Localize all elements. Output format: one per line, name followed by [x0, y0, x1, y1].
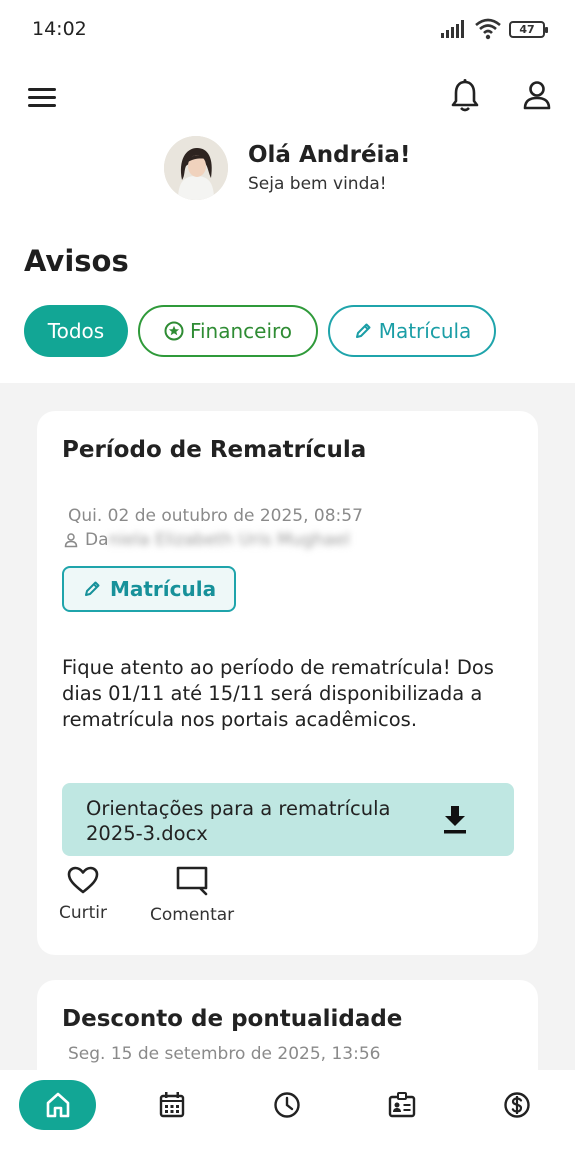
calendar-icon	[159, 1092, 185, 1118]
notice-date: Seg. 15 de setembro de 2025, 13:56	[68, 1044, 381, 1064]
greeting-subtitle: Seja bem vinda!	[248, 174, 387, 194]
status-time: 14:02	[32, 18, 87, 40]
menu-button[interactable]	[26, 82, 58, 112]
download-icon[interactable]	[440, 803, 470, 837]
status-bar: 14:02 47	[0, 0, 575, 60]
nav-finance[interactable]	[497, 1080, 537, 1130]
filter-all-label: Todos	[47, 319, 105, 343]
bell-icon	[451, 79, 479, 112]
notice-card[interactable]: Período de Rematrícula Qui. 02 de outubr…	[37, 411, 538, 955]
filter-financeiro-label: Financeiro	[189, 319, 293, 343]
avatar-photo	[164, 136, 228, 200]
filter-financeiro-chip[interactable]: Financeiro	[138, 305, 318, 357]
status-icons: 47	[441, 18, 548, 40]
page-title: Avisos	[24, 244, 129, 278]
nav-history[interactable]	[267, 1080, 307, 1130]
top-bar	[0, 72, 575, 122]
hamburger-icon	[28, 88, 56, 107]
greeting-text: Olá Andréia! Seja bem vinda!	[248, 142, 410, 194]
bottom-navigation	[0, 1070, 575, 1160]
profile-button[interactable]	[521, 78, 553, 114]
notice-author: Da niela Elizabeth Uris Mughael	[63, 530, 350, 550]
like-label: Curtir	[59, 903, 108, 923]
nav-id-card[interactable]	[382, 1080, 422, 1130]
comment-button[interactable]: Comentar	[150, 865, 234, 925]
notice-body: Fique atento ao período de rematrícula! …	[62, 656, 494, 731]
comment-label: Comentar	[150, 905, 235, 925]
nav-home[interactable]	[19, 1080, 96, 1130]
category-tag[interactable]: Matrícula	[62, 566, 236, 612]
filter-all-chip[interactable]: Todos	[24, 305, 128, 357]
like-button[interactable]: Curtir	[59, 865, 107, 923]
avatar[interactable]	[164, 136, 228, 200]
comment-icon	[176, 866, 208, 896]
home-icon	[46, 1092, 69, 1118]
notifications-button[interactable]	[449, 78, 481, 114]
greeting: Olá Andréia! Seja bem vinda!	[164, 136, 410, 200]
wifi-icon	[475, 18, 501, 40]
dollar-icon	[504, 1092, 530, 1118]
clock-icon	[274, 1092, 300, 1118]
greeting-title: Olá Andréia!	[248, 142, 411, 168]
nav-calendar[interactable]	[152, 1080, 192, 1130]
filter-matricula-chip[interactable]: Matrícula	[328, 305, 496, 357]
notice-title: Período de Rematrícula	[62, 437, 367, 463]
author-name-prefix: Da	[85, 530, 109, 550]
notice-title: Desconto de pontualidade	[62, 1006, 403, 1032]
heart-icon	[67, 866, 99, 894]
person-icon	[64, 533, 78, 548]
notices-feed[interactable]: Período de Rematrícula Qui. 02 de outubr…	[0, 383, 575, 1070]
signal-icon	[441, 20, 464, 38]
category-tag-label: Matrícula	[109, 577, 217, 601]
pencil-icon	[84, 581, 100, 596]
attachment-name: Orientações para a rematrícula 2025-3.do…	[86, 797, 391, 845]
notice-date: Qui. 02 de outubro de 2025, 08:57	[68, 506, 363, 526]
filter-chips: Todos Financeiro Matrícula	[24, 305, 496, 357]
user-icon	[523, 81, 551, 110]
author-name-blurred: niela Elizabeth Uris Mughael	[108, 530, 350, 550]
battery-icon: 47	[509, 20, 548, 38]
attachment[interactable]: Orientações para a rematrícula 2025-3.do…	[62, 783, 514, 856]
star-circle-icon	[164, 321, 184, 341]
notice-card[interactable]: Desconto de pontualidade Seg. 15 de sete…	[37, 980, 538, 1070]
pencil-icon	[355, 323, 371, 338]
filter-matricula-label: Matrícula	[378, 319, 472, 343]
id-card-icon	[388, 1092, 416, 1118]
